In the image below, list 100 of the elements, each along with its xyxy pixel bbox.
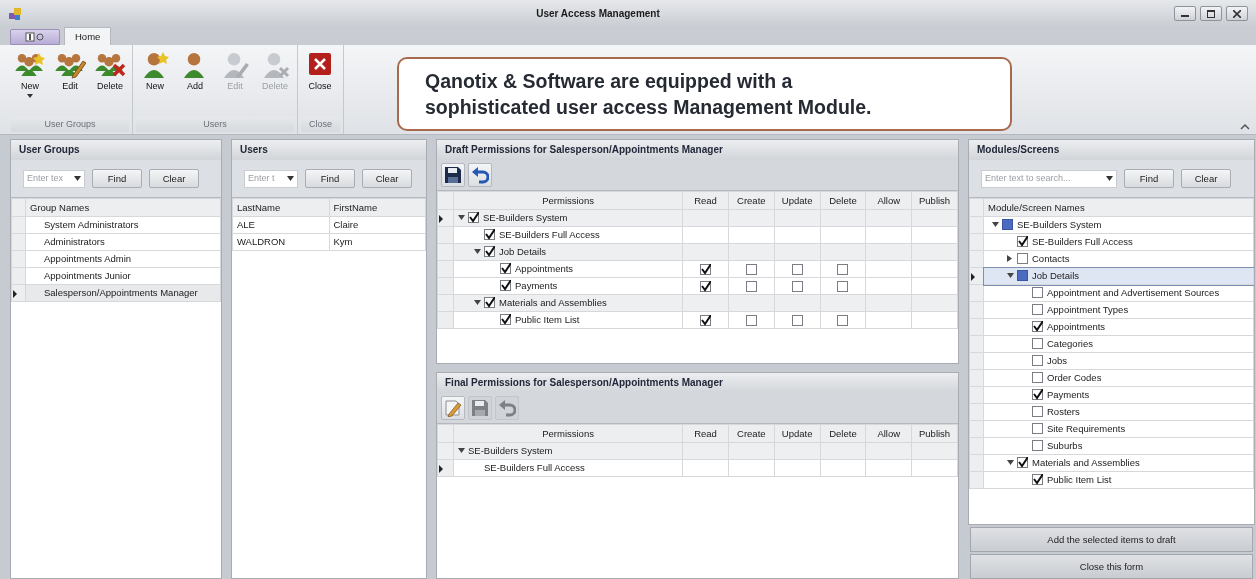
toolbar-button[interactable] [441, 163, 465, 187]
find-button[interactable]: Find [92, 169, 142, 188]
checkbox[interactable] [700, 264, 711, 275]
clear-button[interactable]: Clear [1181, 169, 1231, 188]
collapse-arrow-icon[interactable] [1007, 460, 1014, 466]
action-button[interactable]: Add the selected items to draft [970, 527, 1253, 552]
collapse-arrow-icon[interactable] [474, 249, 482, 255]
tree-item[interactable]: Categories [1047, 338, 1093, 350]
checkbox[interactable] [700, 281, 711, 292]
callout-text: sophisticated user access Management Module. [425, 95, 873, 120]
tree-item[interactable]: Order Codes [1047, 372, 1102, 384]
ribbon-tab[interactable]: Home [64, 27, 112, 45]
find-button[interactable]: Find [305, 169, 355, 188]
checkbox[interactable] [745, 315, 757, 326]
undo-icon [471, 166, 489, 184]
row-indicator-icon [438, 214, 444, 223]
expand-arrow-icon[interactable] [1007, 255, 1012, 263]
column-header: Create [728, 191, 775, 210]
callout-text: Qanotix & Software are equipped with a [425, 68, 794, 94]
checkbox[interactable] [500, 314, 512, 326]
checkbox[interactable] [468, 212, 480, 224]
checkbox[interactable] [837, 315, 849, 326]
application-menu-button[interactable] [10, 29, 60, 45]
clear-button[interactable]: Clear [362, 169, 412, 188]
column-header: FirstName [329, 198, 426, 217]
toolbar-button[interactable] [468, 163, 492, 187]
row-indicator-icon [970, 272, 976, 281]
caret-icon [27, 93, 33, 98]
checkbox[interactable] [484, 297, 496, 309]
checkbox[interactable] [1017, 270, 1028, 282]
tree-item[interactable]: Appointments [1047, 321, 1106, 333]
checkbox[interactable] [1032, 440, 1043, 452]
checkbox[interactable] [1017, 253, 1028, 265]
ribbon-button[interactable]: Close [301, 49, 339, 118]
close-button[interactable] [1226, 6, 1248, 21]
checkbox[interactable] [1032, 474, 1043, 486]
checkbox[interactable] [1032, 389, 1043, 401]
minimize-button[interactable] [1174, 6, 1196, 21]
ribbon-button[interactable]: Edit [51, 49, 89, 118]
collapse-arrow-icon[interactable] [992, 222, 999, 228]
ribbon-button[interactable]: Add [176, 49, 214, 118]
checkbox[interactable] [837, 281, 849, 292]
checkbox[interactable] [1032, 355, 1043, 367]
checkbox[interactable] [500, 263, 512, 275]
checkbox[interactable] [791, 281, 803, 292]
maximize-button[interactable] [1200, 6, 1222, 21]
row-indicator-icon [438, 464, 444, 473]
ribbon-button[interactable]: New [11, 49, 49, 118]
table-cell: ALE [237, 219, 255, 231]
checkbox[interactable] [1032, 423, 1043, 435]
minimize-icon [1181, 15, 1189, 17]
column-header: Group Names [25, 198, 221, 217]
checkbox[interactable] [1002, 219, 1013, 231]
column-header: Allow [865, 191, 912, 210]
tree-item[interactable]: Rosters [1047, 406, 1080, 418]
checkbox[interactable] [1032, 304, 1043, 316]
close-icon [1233, 9, 1241, 18]
column-header: Publish [911, 191, 958, 210]
collapse-arrow-icon[interactable] [1007, 273, 1014, 279]
checkbox[interactable] [1032, 287, 1043, 299]
row-indicator-icon [12, 289, 18, 298]
tree-item[interactable]: Public Item List [515, 314, 580, 326]
checkbox[interactable] [791, 264, 803, 275]
checkbox[interactable] [1017, 457, 1028, 469]
checkbox[interactable] [1032, 406, 1043, 418]
checkbox[interactable] [484, 229, 496, 241]
tree-item[interactable]: Site Requirements [1047, 423, 1126, 435]
maximize-icon [1207, 9, 1215, 18]
checkbox[interactable] [837, 264, 849, 275]
tree-item[interactable]: Public Item List [1047, 474, 1112, 486]
checkbox[interactable] [700, 315, 711, 326]
checkbox[interactable] [1032, 321, 1043, 333]
tree-item[interactable]: Suburbs [1047, 440, 1083, 452]
collapse-arrow-icon[interactable] [458, 448, 466, 454]
find-button[interactable]: Find [1124, 169, 1174, 188]
ribbon-button[interactable]: New [136, 49, 174, 118]
checkbox[interactable] [484, 246, 496, 258]
clear-button[interactable]: Clear [149, 169, 199, 188]
table-cell: Kym [333, 236, 353, 248]
checkbox[interactable] [1032, 338, 1043, 350]
tree-item[interactable]: Job Details [499, 246, 547, 258]
tree-item[interactable]: Jobs [1047, 355, 1068, 367]
collapse-arrow-icon[interactable] [458, 215, 466, 221]
tree-item[interactable]: Payments [1047, 389, 1090, 401]
collapse-arrow-icon[interactable] [474, 300, 482, 306]
ribbon-button[interactable]: Delete [91, 49, 129, 118]
checkbox[interactable] [500, 280, 512, 292]
checkbox[interactable] [1032, 372, 1043, 384]
tree-item[interactable]: Appointments [515, 263, 574, 275]
tree-item[interactable]: Contacts [1032, 253, 1070, 265]
checkbox[interactable] [1017, 236, 1028, 248]
checkbox[interactable] [745, 264, 757, 275]
tree-item[interactable]: Payments [515, 280, 558, 292]
collapse-icon[interactable] [1240, 123, 1250, 130]
checkbox[interactable] [745, 281, 757, 292]
tree-item[interactable]: Job Details [1032, 270, 1079, 282]
group-pencil-icon [54, 51, 86, 79]
group-star-icon [14, 51, 46, 79]
checkbox[interactable] [791, 315, 803, 326]
action-button[interactable]: Close this form [970, 554, 1253, 579]
